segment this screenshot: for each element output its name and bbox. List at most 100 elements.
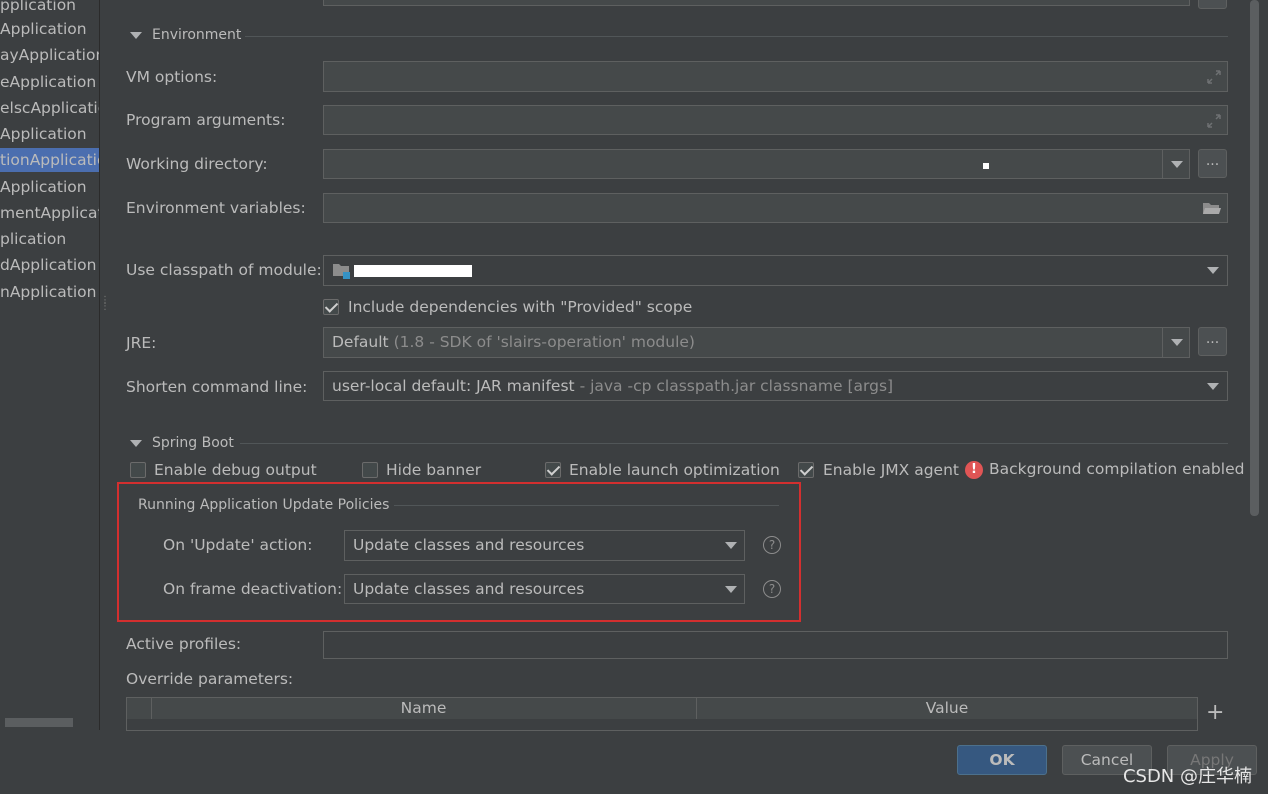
list-item-label: Application: [0, 20, 87, 38]
list-item[interactable]: Application: [0, 175, 99, 199]
list-item-label: dApplication: [0, 256, 97, 274]
list-item-label: plication: [0, 230, 67, 248]
vm-options-label: VM options:: [126, 68, 218, 86]
include-provided-checkbox[interactable]: [323, 299, 339, 315]
expand-icon[interactable]: [1207, 114, 1221, 128]
jre-combo[interactable]: Default (1.8 - SDK of 'slairs-operation'…: [323, 327, 1190, 358]
list-item[interactable]: Application: [0, 17, 99, 41]
list-item-selected[interactable]: tionApplicatio: [0, 148, 99, 172]
dialog-button-bar: OK Cancel Apply: [0, 731, 1268, 794]
chevron-down-icon[interactable]: [1171, 161, 1183, 168]
spring-boot-section-title: Spring Boot: [152, 435, 234, 451]
ok-button[interactable]: OK: [957, 745, 1047, 775]
combo-separator: [1162, 150, 1163, 178]
jre-label: JRE:: [126, 334, 157, 352]
on-update-action-label: On 'Update' action:: [163, 536, 313, 554]
list-item[interactable]: dApplication: [0, 253, 99, 277]
environment-variables-label: Environment variables:: [126, 199, 306, 217]
list-item[interactable]: elscApplicatio: [0, 96, 99, 120]
splitter-grip-icon[interactable]: ⋮ ⋮: [100, 296, 110, 318]
override-parameters-label: Override parameters:: [126, 670, 294, 688]
working-directory-field[interactable]: [323, 149, 1190, 179]
enable-jmx-agent-checkbox[interactable]: [798, 462, 814, 478]
help-icon[interactable]: ?: [763, 580, 781, 598]
shorten-command-line-label: Shorten command line:: [126, 378, 308, 396]
list-item-label: Application: [0, 178, 87, 196]
collapse-spring-boot-icon[interactable]: [130, 440, 142, 447]
list-item-label: tionApplicatio: [0, 151, 99, 169]
chevron-down-icon[interactable]: [725, 586, 737, 593]
list-item[interactable]: ayApplication: [0, 43, 99, 67]
shorten-command-line-combo[interactable]: user-local default: JAR manifest - java …: [323, 371, 1228, 401]
jre-browse-button[interactable]: ...: [1198, 327, 1227, 356]
enable-launch-optimization-label: Enable launch optimization: [569, 461, 780, 479]
hide-banner-checkbox[interactable]: [362, 462, 378, 478]
list-item-label: ayApplication: [0, 46, 99, 64]
environment-section-title: Environment: [152, 27, 242, 43]
working-directory-browse-button[interactable]: ...: [1198, 149, 1227, 178]
redacted-module-name: [354, 265, 472, 277]
on-frame-deactivation-combo[interactable]: Update classes and resources: [344, 574, 745, 604]
add-parameter-button[interactable]: +: [1206, 701, 1224, 725]
configuration-list: pplication Application ayApplication eAp…: [0, 0, 100, 730]
error-icon: !: [965, 461, 983, 479]
list-item[interactable]: mentApplicat: [0, 201, 99, 225]
program-arguments-field[interactable]: [323, 105, 1228, 135]
on-frame-deactivation-value: Update classes and resources: [353, 580, 585, 598]
section-divider: [240, 443, 1228, 444]
expand-icon[interactable]: [1207, 70, 1221, 84]
list-item[interactable]: nApplication: [0, 280, 99, 304]
shorten-value: user-local default: JAR manifest - java …: [332, 377, 893, 395]
shorten-option: user-local default: JAR manifest: [332, 377, 575, 395]
list-item-label: pplication: [0, 0, 77, 14]
jre-default: Default: [332, 333, 389, 351]
list-item-label: nApplication: [0, 283, 97, 301]
list-item[interactable]: plication: [0, 227, 99, 251]
update-policies-title: Running Application Update Policies: [138, 497, 390, 513]
working-directory-label: Working directory:: [126, 155, 268, 173]
active-profiles-field[interactable]: [323, 631, 1228, 659]
list-item-label: mentApplicat: [0, 204, 99, 222]
hide-banner-label: Hide banner: [386, 461, 482, 479]
vm-options-field[interactable]: [323, 61, 1228, 92]
help-icon[interactable]: ?: [763, 536, 781, 554]
chevron-down-icon[interactable]: [1171, 339, 1183, 346]
environment-variables-field[interactable]: [323, 193, 1228, 223]
chevron-down-icon[interactable]: [725, 542, 737, 549]
jre-value: Default (1.8 - SDK of 'slairs-operation'…: [332, 333, 695, 351]
enable-debug-output-checkbox[interactable]: [130, 462, 146, 478]
classpath-module-label: Use classpath of module:: [126, 261, 322, 279]
collapse-environment-icon[interactable]: [130, 32, 142, 39]
on-update-action-value: Update classes and resources: [353, 536, 585, 554]
chevron-down-icon[interactable]: [1207, 383, 1219, 390]
override-parameters-table: Name Value: [126, 697, 1198, 731]
main-class-field[interactable]: [323, 0, 1190, 6]
horizontal-scrollbar[interactable]: [5, 718, 73, 727]
jre-detail: (1.8 - SDK of 'slairs-operation' module): [393, 333, 695, 351]
browse-button-top[interactable]: [1198, 0, 1227, 9]
list-item-label: eApplication: [0, 73, 97, 91]
list-item[interactable]: Application: [0, 122, 99, 146]
background-compilation-label: Background compilation enabled: [989, 460, 1245, 478]
on-update-action-combo[interactable]: Update classes and resources: [344, 530, 745, 561]
section-divider: [245, 36, 1228, 37]
on-frame-deactivation-label: On frame deactivation:: [163, 580, 343, 598]
list-item[interactable]: eApplication: [0, 70, 99, 94]
watermark: CSDN @庄华楠: [1122, 766, 1252, 787]
enable-debug-output-label: Enable debug output: [154, 461, 317, 479]
chevron-down-icon[interactable]: [1207, 267, 1219, 274]
combo-separator: [1162, 328, 1163, 357]
folder-open-icon[interactable]: [1202, 200, 1222, 216]
vertical-scrollbar-thumb[interactable]: [1250, 0, 1259, 516]
list-item[interactable]: pplication: [0, 0, 99, 17]
shorten-detail: - java -cp classpath.jar classname [args…: [579, 377, 894, 395]
include-provided-label: Include dependencies with "Provided" sco…: [348, 298, 693, 316]
list-item-label: Application: [0, 125, 87, 143]
program-arguments-label: Program arguments:: [126, 111, 286, 129]
list-item-label: elscApplicatio: [0, 99, 99, 117]
column-header-value[interactable]: Value: [697, 698, 1197, 720]
section-divider: [394, 505, 779, 506]
classpath-module-combo[interactable]: [323, 255, 1228, 286]
column-header-name[interactable]: Name: [151, 698, 696, 720]
enable-launch-optimization-checkbox[interactable]: [545, 462, 561, 478]
